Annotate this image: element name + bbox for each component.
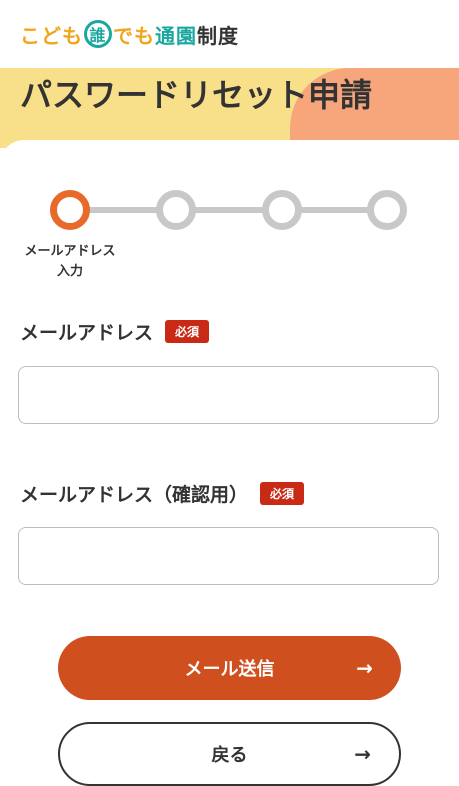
site-logo[interactable]: こども 誰 でも 通園 制度 bbox=[20, 18, 239, 50]
logo-text-tsuen: 通園 bbox=[155, 23, 197, 48]
progress-stepper: メールアドレス 入力 bbox=[0, 180, 459, 290]
email-input[interactable] bbox=[18, 366, 439, 424]
step-1-label: メールアドレス 入力 bbox=[24, 244, 116, 279]
page-title: パスワードリセット申請 bbox=[20, 76, 373, 114]
logo-text-demo: でも bbox=[113, 23, 155, 48]
required-badge: 必須 bbox=[260, 482, 305, 505]
email-label: メールアドレス 必須 bbox=[20, 318, 210, 345]
site-header: こども 誰 でも 通園 制度 bbox=[0, 0, 459, 68]
step-3-indicator bbox=[262, 190, 302, 230]
arrow-right-icon: → bbox=[356, 656, 373, 680]
logo-circle-mark: 誰 bbox=[84, 20, 112, 48]
email-confirm-label: メールアドレス（確認用） 必須 bbox=[20, 480, 305, 507]
step-2-indicator bbox=[156, 190, 196, 230]
stepper-line bbox=[70, 207, 387, 213]
page-hero: パスワードリセット申請 bbox=[0, 68, 459, 148]
step-4-indicator bbox=[367, 190, 407, 230]
arrow-right-icon: → bbox=[354, 742, 371, 766]
hero-curve bbox=[0, 140, 459, 148]
back-button[interactable]: 戻る → bbox=[58, 722, 401, 786]
required-badge: 必須 bbox=[165, 320, 210, 343]
send-email-button[interactable]: メール送信 → bbox=[58, 636, 401, 700]
step-1-indicator bbox=[50, 190, 90, 230]
logo-text-kodomo: こども bbox=[20, 23, 83, 48]
logo-text-seido: 制度 bbox=[197, 23, 239, 48]
email-confirm-input[interactable] bbox=[18, 527, 439, 585]
